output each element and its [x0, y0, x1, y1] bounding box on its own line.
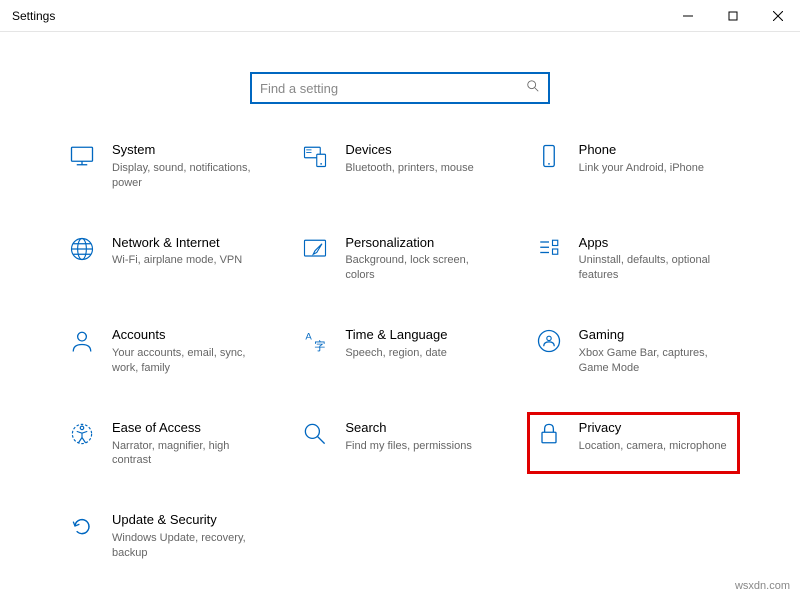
system-icon [66, 140, 98, 172]
tile-text: Phone Link your Android, iPhone [579, 140, 704, 176]
tile-title: Accounts [112, 327, 262, 344]
search-container [0, 72, 800, 104]
devices-icon [299, 140, 331, 172]
minimize-icon [683, 11, 693, 21]
minimize-button[interactable] [665, 0, 710, 31]
watermark: wsxdn.com [735, 580, 790, 592]
tile-privacy[interactable]: Privacy Location, camera, microphone [527, 412, 740, 475]
tile-text: Network & InternetWi-Fi, airplane mode, … [112, 233, 242, 269]
tile-title: Personalization [345, 235, 495, 252]
close-button[interactable] [755, 0, 800, 31]
tile-desc: Location, camera, microphone [579, 439, 727, 454]
tile-update[interactable]: Update & Security Windows Update, recover… [60, 504, 273, 567]
tile-desc: Speech, region, date [345, 346, 447, 361]
tile-desc: Bluetooth, printers, mouse [345, 161, 473, 176]
accounts-icon [66, 325, 98, 357]
titlebar: Settings [0, 0, 800, 32]
tile-desc: Background, lock screen, colors [345, 253, 495, 283]
tile-text: Devices Bluetooth, printers, mouse [345, 140, 473, 176]
time-icon: A字 [299, 325, 331, 357]
personalization-icon [299, 233, 331, 265]
tile-text: Time & Language Speech, region, date [345, 325, 447, 361]
tile-text: AppsUninstall, defaults, optional featur… [579, 233, 729, 284]
tile-title: Gaming [579, 327, 729, 344]
tile-desc: Windows Update, recovery, backup [112, 531, 262, 561]
tile-text: Update & Security Windows Update, recover… [112, 510, 262, 561]
apps-icon [533, 233, 565, 265]
tile-title: Network & Internet [112, 235, 242, 252]
gaming-icon [533, 325, 565, 357]
search-box[interactable] [250, 72, 550, 104]
tile-devices[interactable]: Devices Bluetooth, printers, mouse [293, 134, 506, 197]
tile-text: Ease of Access Narrator, magnifier, high … [112, 418, 262, 469]
maximize-icon [728, 11, 738, 21]
tile-ease[interactable]: Ease of Access Narrator, magnifier, high … [60, 412, 273, 475]
tile-gaming[interactable]: Gaming Xbox Game Bar, captures, Game Mode [527, 319, 740, 382]
tile-text: Privacy Location, camera, microphone [579, 418, 727, 454]
tile-title: Devices [345, 142, 473, 159]
tile-desc: Link your Android, iPhone [579, 161, 704, 176]
tile-time[interactable]: A字 Time & Language Speech, region, date [293, 319, 506, 382]
window-title: Settings [12, 9, 55, 23]
tile-title: System [112, 142, 262, 159]
tile-title: Update & Security [112, 512, 262, 529]
search-icon [526, 79, 540, 98]
tile-title: Search [345, 420, 472, 437]
privacy-icon [533, 418, 565, 450]
update-icon [66, 510, 98, 542]
tile-desc: Uninstall, defaults, optional features [579, 253, 729, 283]
tile-title: Ease of Access [112, 420, 262, 437]
window-controls [665, 0, 800, 31]
ease-icon [66, 418, 98, 450]
phone-icon [533, 140, 565, 172]
tile-desc: Find my files, permissions [345, 439, 472, 454]
svg-text:字: 字 [314, 339, 325, 353]
tile-desc: Your accounts, email, sync, work, family [112, 346, 262, 376]
tile-text: PersonalizationBackground, lock screen, … [345, 233, 495, 284]
tile-desc: Display, sound, notifications, power [112, 161, 262, 191]
tile-apps[interactable]: AppsUninstall, defaults, optional featur… [527, 227, 740, 290]
tile-system[interactable]: System Display, sound, notifications, pow… [60, 134, 273, 197]
tile-desc: Xbox Game Bar, captures, Game Mode [579, 346, 729, 376]
tile-desc: Wi-Fi, airplane mode, VPN [112, 253, 242, 268]
tile-title: Privacy [579, 420, 727, 437]
search-icon [299, 418, 331, 450]
tile-search[interactable]: Search Find my files, permissions [293, 412, 506, 475]
tile-phone[interactable]: Phone Link your Android, iPhone [527, 134, 740, 197]
tile-desc: Narrator, magnifier, high contrast [112, 439, 262, 469]
tile-title: Phone [579, 142, 704, 159]
close-icon [773, 11, 783, 21]
tile-title: Apps [579, 235, 729, 252]
tile-network[interactable]: Network & InternetWi-Fi, airplane mode, … [60, 227, 273, 290]
maximize-button[interactable] [710, 0, 755, 31]
tile-text: Search Find my files, permissions [345, 418, 472, 454]
tile-text: Accounts Your accounts, email, sync, work… [112, 325, 262, 376]
tile-personalization[interactable]: PersonalizationBackground, lock screen, … [293, 227, 506, 290]
search-input[interactable] [260, 81, 526, 96]
settings-grid: System Display, sound, notifications, pow… [0, 134, 800, 567]
tile-accounts[interactable]: Accounts Your accounts, email, sync, work… [60, 319, 273, 382]
tile-text: System Display, sound, notifications, pow… [112, 140, 262, 191]
tile-text: Gaming Xbox Game Bar, captures, Game Mode [579, 325, 729, 376]
network-icon [66, 233, 98, 265]
svg-text:A: A [306, 331, 313, 342]
tile-title: Time & Language [345, 327, 447, 344]
